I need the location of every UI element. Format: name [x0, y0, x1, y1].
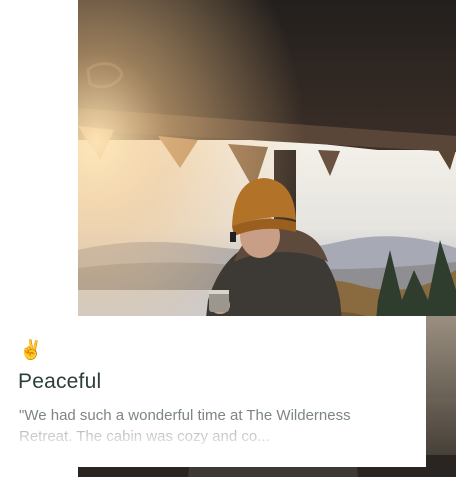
review-title: Peaceful	[18, 370, 102, 393]
review-card[interactable]: ✌️ Peaceful "We had such a wonderful tim…	[0, 316, 426, 467]
victory-hand-icon: ✌️	[19, 339, 43, 361]
review-excerpt: "We had such a wonderful time at The Wil…	[19, 405, 399, 447]
